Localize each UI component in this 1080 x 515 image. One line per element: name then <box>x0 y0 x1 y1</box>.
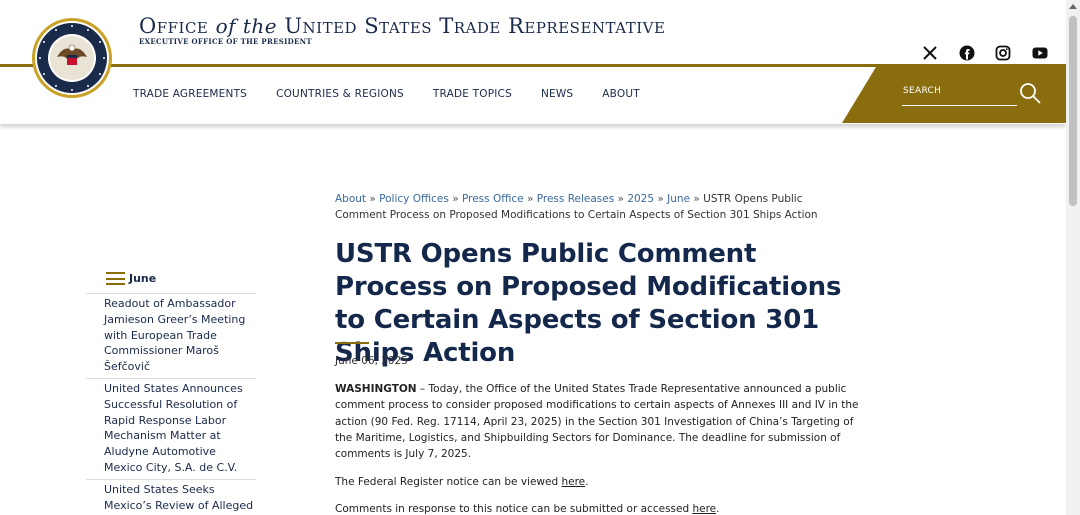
breadcrumb-separator: » <box>693 193 700 205</box>
x-icon[interactable] <box>921 44 939 62</box>
article-paragraph-3: Comments in response to this notice can … <box>335 501 860 515</box>
search-input[interactable]: SEARCH <box>903 86 941 96</box>
youtube-icon[interactable] <box>1031 44 1049 62</box>
paragraph-text: The Federal Register notice can be viewe… <box>335 476 562 488</box>
office-subtitle: EXECUTIVE OFFICE OF THE PRESIDENT <box>139 37 312 46</box>
nav-trade-topics[interactable]: TRADE TOPICS <box>433 88 512 100</box>
nav-about[interactable]: ABOUT <box>602 88 640 100</box>
facebook-icon[interactable] <box>958 44 976 62</box>
site-header: OFFICE of the UNITED STATES TRADE REPRES… <box>0 0 1066 124</box>
scrollbar[interactable] <box>1066 0 1080 515</box>
paragraph-end: . <box>585 476 589 488</box>
nav-trade-agreements[interactable]: TRADE AGREEMENTS <box>133 88 247 100</box>
sidebar-heading[interactable]: June <box>106 272 156 285</box>
sidebar-item[interactable]: United States Announces Successful Resol… <box>86 377 256 479</box>
article-date: June 06, 2025 <box>335 355 408 367</box>
title-word-office: OFFICE <box>139 14 209 38</box>
search-icon[interactable] <box>1018 81 1042 105</box>
breadcrumb-link-about[interactable]: About <box>335 193 366 205</box>
title-word-united: UNITED <box>284 14 358 38</box>
scroll-thumb[interactable] <box>1069 16 1077 206</box>
scroll-up-arrow-icon[interactable] <box>1069 4 1077 9</box>
sidebar-item[interactable]: United States Seeks Mexico’s Review of A… <box>86 478 256 515</box>
sidebar-list: Readout of Ambassador Jamieson Greer’s M… <box>86 293 256 515</box>
presidential-seal-icon[interactable] <box>31 17 113 99</box>
office-title[interactable]: OFFICE of the UNITED STATES TRADE REPRES… <box>139 14 665 38</box>
article-paragraph-1: WASHINGTON – Today, the Office of the Un… <box>335 381 860 462</box>
title-word-representative: REPRESENTATIVE <box>508 14 666 38</box>
instagram-icon[interactable] <box>994 44 1012 62</box>
title-word-trade: TRADE <box>439 14 501 38</box>
breadcrumb-link-press-office[interactable]: Press Office <box>462 193 524 205</box>
paragraph-end: . <box>716 503 720 515</box>
main-nav: TRADE AGREEMENTS COUNTRIES & REGIONS TRA… <box>133 88 669 100</box>
breadcrumb-link-policy-offices[interactable]: Policy Offices <box>379 193 449 205</box>
breadcrumb-separator: » <box>369 193 376 205</box>
breadcrumb-separator: » <box>657 193 664 205</box>
paragraph-text: Comments in response to this notice can … <box>335 503 693 515</box>
title-word-of-the: of the <box>215 14 278 38</box>
dateline: WASHINGTON <box>335 383 417 395</box>
sidebar-heading-label: June <box>129 272 157 285</box>
breadcrumb-separator: » <box>452 193 459 205</box>
breadcrumb-link-june[interactable]: June <box>667 193 690 205</box>
article-paragraph-2: The Federal Register notice can be viewe… <box>335 474 860 490</box>
page-title: USTR Opens Public Comment Process on Pro… <box>335 239 842 368</box>
federal-register-link[interactable]: here <box>561 476 585 488</box>
breadcrumb-separator: » <box>617 193 624 205</box>
comments-link[interactable]: here <box>692 503 716 515</box>
breadcrumb-link-press-releases[interactable]: Press Releases <box>537 193 614 205</box>
sidebar-item[interactable]: Readout of Ambassador Jamieson Greer’s M… <box>86 293 256 378</box>
title-gold-rule <box>335 342 369 344</box>
search-underline <box>902 105 1017 106</box>
title-word-states: STATES <box>364 14 433 38</box>
nav-news[interactable]: NEWS <box>541 88 573 100</box>
hamburger-menu-icon <box>106 272 125 285</box>
breadcrumb-link-2025[interactable]: 2025 <box>627 193 654 205</box>
breadcrumb: About » Policy Offices » Press Office » … <box>335 191 855 223</box>
nav-countries-regions[interactable]: COUNTRIES & REGIONS <box>276 88 404 100</box>
breadcrumb-separator: » <box>526 193 534 205</box>
